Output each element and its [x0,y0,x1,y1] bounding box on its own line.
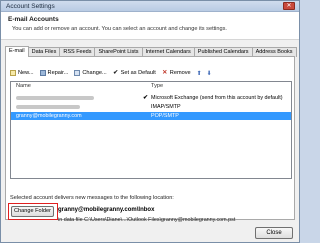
remove-button[interactable]: ✕ Remove [162,70,191,76]
remove-x-icon: ✕ [162,70,168,76]
change-label: Change... [82,70,107,76]
change-folder-button[interactable]: Change Folder [11,206,54,217]
delivery-location-path: granny@mobilegranny.com\Inbox [58,207,155,213]
account-name-redacted [16,94,94,102]
set-default-label: Set as Default [120,70,156,76]
checkmark-icon: ✔ [113,70,119,76]
account-toolbar: New... Repair... Change... ✔ Set as Defa… [10,68,217,78]
delivery-location-label: Selected account delivers new messages t… [10,195,174,201]
account-name-redacted [16,103,80,111]
repair-button[interactable]: Repair... [39,70,69,76]
close-button[interactable]: Close [255,227,293,239]
account-name: granny@mobilegranny.com [16,113,82,119]
account-row[interactable]: ✔ Microsoft Exchange (send from this acc… [11,94,291,102]
window-close-button[interactable]: ✕ [283,2,295,10]
new-icon [10,70,16,76]
change-icon [74,70,81,76]
repair-label: Repair... [47,70,69,76]
account-row[interactable]: IMAP/SMTP [11,103,291,111]
data-file-path: in data file C:\Users\Diane\...\Outlook … [58,217,236,223]
tab-email[interactable]: E-mail [5,46,29,57]
change-button[interactable]: Change... [74,70,107,76]
new-label: New... [18,70,34,76]
account-type: POP/SMTP [151,113,179,119]
column-header-type[interactable]: Type [151,83,163,89]
accounts-list: Name Type ✔ Microsoft Exchange (send fro… [10,81,292,179]
account-row-selected[interactable]: granny@mobilegranny.com POP/SMTP [11,112,291,120]
new-account-button[interactable]: New... [10,70,34,76]
account-type: Microsoft Exchange (send from this accou… [151,95,283,101]
move-up-arrow-icon[interactable]: ⬆ [197,70,202,77]
email-tab-panel: New... Repair... Change... ✔ Set as Defa… [5,56,295,223]
default-checkmark-icon: ✔ [143,95,149,101]
set-default-button[interactable]: ✔ Set as Default [113,70,156,76]
window-title: Account Settings [6,3,55,10]
repair-icon [39,70,46,76]
dialog-header: E-mail Accounts You can add or remove an… [1,12,299,40]
account-type: IMAP/SMTP [151,104,181,110]
remove-label: Remove [169,70,191,76]
move-down-arrow-icon[interactable]: ⬇ [207,70,212,77]
header-title: E-mail Accounts [8,16,59,23]
column-header-name[interactable]: Name [16,83,31,89]
account-settings-window: Account Settings ✕ E-mail Accounts You c… [0,0,300,243]
header-subtitle: You can add or remove an account. You ca… [12,26,227,32]
title-bar: Account Settings ✕ [1,1,299,12]
